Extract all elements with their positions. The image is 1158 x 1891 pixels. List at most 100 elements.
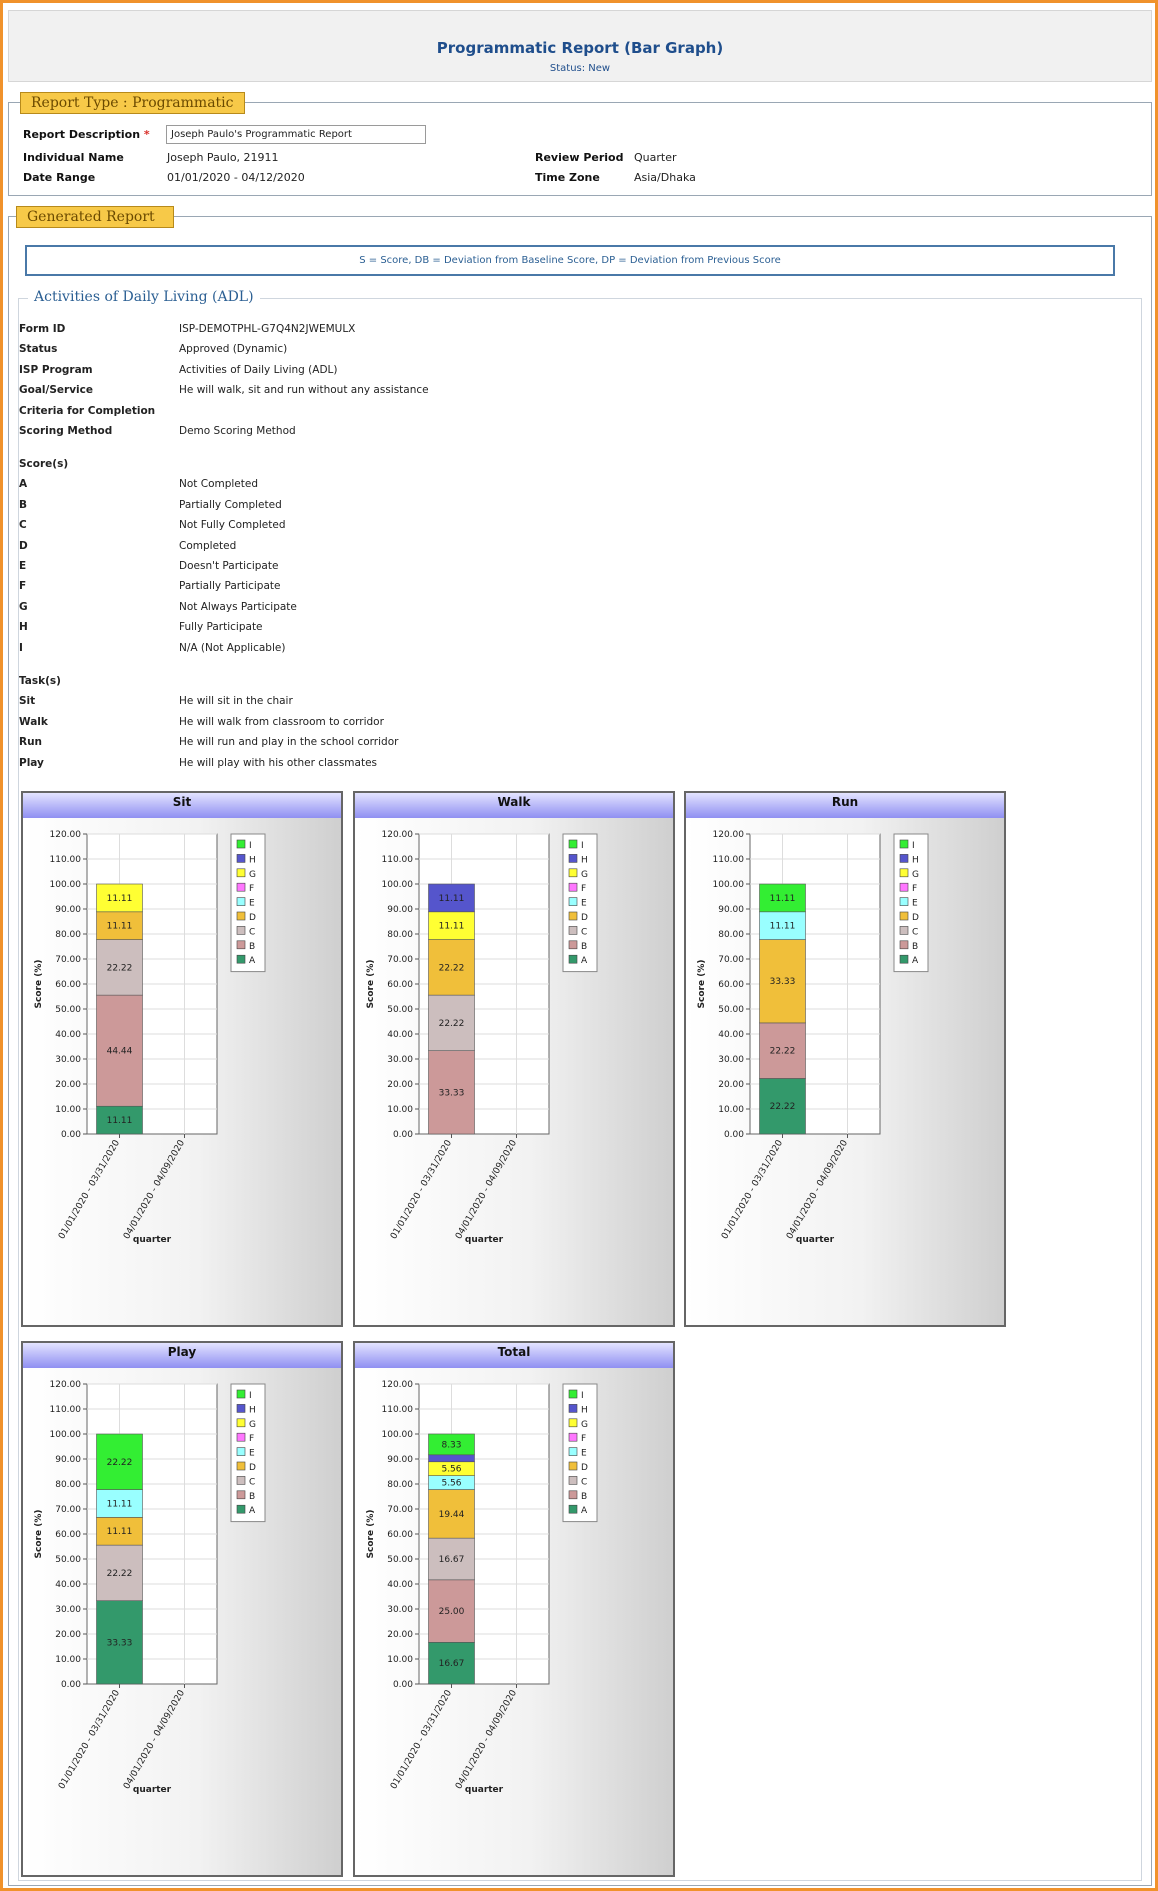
- y-tick-label: 110.00: [382, 855, 414, 865]
- data-label: 16.67: [439, 1659, 465, 1669]
- legend-box: [562, 1383, 598, 1523]
- chart-panel-play: Play 0.00 10.00 20.00 30.00 40.00 50.00 60.00 70…: [21, 1341, 343, 1877]
- y-tick-label: 90.00: [387, 905, 413, 915]
- legend-swatch-D: [899, 911, 909, 921]
- y-tick-label: 40.00: [55, 1030, 81, 1040]
- y-tick-label: 20.00: [387, 1080, 413, 1090]
- legend-swatch-H: [568, 1404, 578, 1413]
- legend-swatch-H: [236, 854, 246, 863]
- data-label: 5.56: [441, 1465, 461, 1475]
- task-desc-sit: He will sit in the chair: [179, 695, 293, 708]
- legend-swatch-B: [236, 940, 246, 950]
- legend-swatch-C: [568, 926, 578, 935]
- legend-label-D: D: [581, 1463, 588, 1473]
- legend-label-H: H: [249, 1405, 256, 1415]
- y-tick-label: 10.00: [55, 1105, 81, 1115]
- data-label: 11.11: [770, 922, 796, 932]
- x-tick-label: 04/01/2020 - 04/09/2020: [454, 1688, 519, 1791]
- legend-swatch-F: [236, 882, 246, 892]
- y-axis-label: Score (%): [34, 1510, 44, 1559]
- score-desc-C: Not Fully Completed: [179, 519, 286, 532]
- info-label-1: Status: [19, 343, 58, 356]
- legend-swatch-D: [568, 1461, 578, 1471]
- legend-swatch-A: [568, 954, 578, 964]
- legend-label-A: A: [581, 1506, 588, 1516]
- y-tick-label: 60.00: [387, 980, 413, 990]
- legend-swatch-C: [899, 926, 909, 935]
- y-tick-label: 110.00: [50, 1405, 82, 1415]
- chart-title: Run: [686, 793, 1004, 818]
- y-tick-label: 60.00: [55, 980, 81, 990]
- legend-swatch-F: [236, 1432, 246, 1442]
- chart-title: Play: [23, 1343, 341, 1368]
- data-label: 11.11: [439, 894, 465, 904]
- y-tick-label: 80.00: [718, 930, 744, 940]
- score-code-F: F: [19, 580, 27, 593]
- x-tick-label: 01/01/2020 - 03/31/2020: [389, 1138, 454, 1241]
- chart-svg: 0.00 10.00 20.00 30.00 40.00 50.00 60.00 70.00 8…: [697, 830, 929, 1245]
- x-tick-label: 04/01/2020 - 04/09/2020: [122, 1138, 187, 1241]
- y-tick-label: 100.00: [50, 880, 82, 890]
- data-label: 44.44: [107, 1047, 133, 1057]
- score-code-A: A: [19, 478, 28, 491]
- legend-label-G: G: [912, 870, 919, 880]
- y-tick-label: 80.00: [55, 1480, 81, 1490]
- adl-title: Activities of Daily Living (ADL): [28, 289, 260, 305]
- score-code-I: I: [19, 641, 23, 654]
- legend-swatch-D: [236, 1461, 246, 1471]
- chart-svg: 0.00 10.00 20.00 30.00 40.00 50.00 60.00 70.00 8…: [34, 830, 266, 1245]
- report-description-input[interactable]: Joseph Paulo's Programmatic Report: [166, 125, 426, 144]
- info-label-0: Form ID: [19, 323, 66, 335]
- data-label: 11.11: [107, 1527, 133, 1537]
- time-zone-label: Time Zone: [535, 171, 600, 184]
- legend-label-E: E: [581, 899, 587, 909]
- score-code-G: G: [19, 600, 28, 613]
- y-tick-label: 0.00: [61, 1680, 81, 1690]
- legend-box: [562, 833, 598, 973]
- data-label: 11.11: [107, 922, 133, 932]
- legend-swatch-C: [236, 1476, 246, 1485]
- chart-title: Walk: [355, 793, 673, 818]
- y-tick-label: 100.00: [50, 1430, 82, 1440]
- individual-name-label: Individual Name: [23, 151, 124, 164]
- x-tick-label: 01/01/2020 - 03/31/2020: [720, 1138, 785, 1241]
- legend-label-B: B: [249, 1492, 255, 1502]
- y-tick-label: 120.00: [713, 830, 745, 840]
- legend-label-E: E: [249, 1449, 255, 1459]
- y-tick-label: 50.00: [387, 1555, 413, 1565]
- chart-panel-sit: Sit 0.00 10.00 20.00 30.00 40.00 50.00 60.00 70.…: [21, 791, 343, 1327]
- legend-label-E: E: [581, 1449, 587, 1459]
- legend-label-H: H: [912, 855, 919, 865]
- report-description-label-text: Report Description: [23, 128, 141, 141]
- y-tick-label: 0.00: [724, 1130, 744, 1140]
- y-tick-label: 20.00: [718, 1080, 744, 1090]
- legend-swatch-A: [236, 1504, 246, 1514]
- legend-swatch-E: [236, 897, 246, 906]
- legend-label-I: I: [249, 1391, 252, 1401]
- legend-swatch-C: [236, 926, 246, 935]
- chart-title: Sit: [23, 793, 341, 818]
- legend-swatch-A: [236, 954, 246, 964]
- data-label: 11.11: [107, 1499, 133, 1509]
- score-desc-D: Completed: [179, 539, 237, 552]
- legend-swatch-I: [236, 1389, 246, 1399]
- y-tick-label: 120.00: [50, 1380, 82, 1390]
- required-mark: *: [143, 128, 150, 141]
- y-tick-label: 90.00: [387, 1455, 413, 1465]
- legend-swatch-B: [568, 1490, 578, 1500]
- legend-label-I: I: [581, 841, 584, 851]
- review-period-label: Review Period: [535, 151, 624, 164]
- task-name-run: Run: [19, 736, 43, 749]
- y-tick-label: 120.00: [382, 1380, 414, 1390]
- legend-swatch-E: [568, 897, 578, 906]
- score-desc-G: Not Always Participate: [179, 600, 297, 613]
- y-tick-label: 50.00: [55, 1005, 81, 1015]
- y-axis-label: Score (%): [366, 1510, 376, 1559]
- info-label-3: Goal/Service: [19, 384, 94, 397]
- info-value-3: He will walk, sit and run without any as…: [179, 384, 429, 397]
- legend-swatch-B: [236, 1490, 246, 1500]
- y-tick-label: 40.00: [387, 1030, 413, 1040]
- legend-label-D: D: [249, 913, 256, 923]
- data-label: 22.22: [107, 1569, 133, 1579]
- x-tick-label: 04/01/2020 - 04/09/2020: [454, 1138, 519, 1241]
